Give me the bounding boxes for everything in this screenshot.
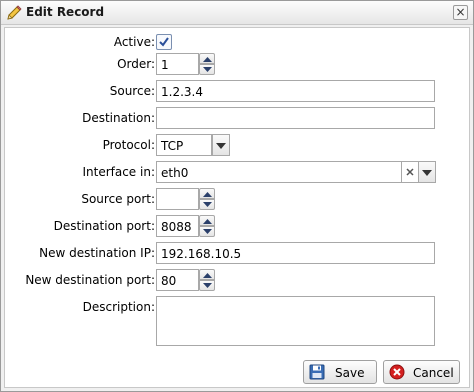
description-textarea[interactable] xyxy=(156,296,435,346)
source-port-decrement-button[interactable] xyxy=(199,199,215,210)
cancel-icon xyxy=(389,364,405,380)
new-destination-port-label: New destination port: xyxy=(25,273,155,287)
source-input[interactable]: 1.2.3.4 xyxy=(156,80,435,102)
row-description: Description: xyxy=(5,296,471,348)
source-port-input[interactable] xyxy=(156,188,199,210)
new-destination-ip-input[interactable]: 192.168.10.5 xyxy=(156,242,435,264)
row-source: Source: 1.2.3.4 xyxy=(5,80,471,102)
row-protocol: Protocol: TCP xyxy=(5,134,471,156)
destination-port-label: Destination port: xyxy=(53,219,155,233)
protocol-dropdown-button[interactable] xyxy=(212,134,230,156)
row-destination: Destination: xyxy=(5,107,471,129)
row-new-destination-port: New destination port: 80 xyxy=(5,269,471,291)
chevron-down-icon xyxy=(216,143,226,149)
floppy-disk-icon xyxy=(309,364,325,380)
interface-combo-input[interactable]: eth0 xyxy=(156,161,402,183)
active-label: Active: xyxy=(113,35,155,49)
save-button[interactable]: Save xyxy=(303,360,377,384)
source-port-stepper[interactable] xyxy=(199,188,215,210)
new-destination-port-stepper[interactable] xyxy=(199,269,215,291)
order-increment-button[interactable] xyxy=(199,53,215,64)
row-destination-port: Destination port: 8088 xyxy=(5,215,471,237)
new-destination-port-increment-button[interactable] xyxy=(199,269,215,280)
checkmark-icon xyxy=(159,37,169,47)
order-decrement-button[interactable] xyxy=(199,64,215,75)
edit-record-dialog: Edit Record × Active: Order: 1 Source: 1… xyxy=(0,0,474,392)
row-new-destination-ip: New destination IP: 192.168.10.5 xyxy=(5,242,471,264)
arrow-up-icon xyxy=(203,57,212,62)
order-input[interactable]: 1 xyxy=(156,53,199,75)
chevron-down-icon xyxy=(422,170,432,176)
close-icon: × xyxy=(455,5,466,19)
dialog-title: Edit Record xyxy=(26,5,105,19)
row-source-port: Source port: xyxy=(5,188,471,210)
arrow-down-icon xyxy=(203,283,212,288)
order-stepper[interactable] xyxy=(199,53,215,75)
arrow-up-icon xyxy=(203,219,212,224)
interface-clear-button[interactable] xyxy=(402,161,418,183)
close-button[interactable]: × xyxy=(453,5,468,20)
interface-dropdown-button[interactable] xyxy=(418,161,436,183)
destination-port-increment-button[interactable] xyxy=(199,215,215,226)
clear-icon xyxy=(406,168,414,176)
save-button-label: Save xyxy=(335,366,365,380)
destination-input[interactable] xyxy=(156,107,435,129)
source-port-increment-button[interactable] xyxy=(199,188,215,199)
destination-label: Destination: xyxy=(82,111,155,125)
source-label: Source: xyxy=(109,84,155,98)
form-panel: Active: Order: 1 Source: 1.2.3.4 Destina… xyxy=(4,27,470,388)
new-destination-port-decrement-button[interactable] xyxy=(199,280,215,291)
destination-port-stepper[interactable] xyxy=(199,215,215,237)
destination-port-decrement-button[interactable] xyxy=(199,226,215,237)
new-destination-port-input[interactable]: 80 xyxy=(156,269,199,291)
pencil-icon xyxy=(7,5,22,20)
arrow-up-icon xyxy=(203,192,212,197)
arrow-down-icon xyxy=(203,229,212,234)
row-active: Active: xyxy=(5,31,471,53)
protocol-select[interactable]: TCP xyxy=(156,134,212,156)
source-port-label: Source port: xyxy=(81,192,155,206)
new-destination-ip-label: New destination IP: xyxy=(39,246,155,260)
arrow-up-icon xyxy=(203,273,212,278)
cancel-button-label: Cancel xyxy=(413,366,454,380)
destination-port-input[interactable]: 8088 xyxy=(156,215,199,237)
row-order: Order: 1 xyxy=(5,53,471,75)
active-checkbox[interactable] xyxy=(156,34,172,50)
arrow-down-icon xyxy=(203,202,212,207)
title-bar[interactable]: Edit Record × xyxy=(1,1,473,25)
row-interface: Interface in: eth0 xyxy=(5,161,471,183)
cancel-button[interactable]: Cancel xyxy=(383,360,460,384)
protocol-label: Protocol: xyxy=(102,138,155,152)
arrow-down-icon xyxy=(203,67,212,72)
interface-label: Interface in: xyxy=(82,165,155,179)
description-label: Description: xyxy=(82,300,155,314)
order-label: Order: xyxy=(117,57,155,71)
